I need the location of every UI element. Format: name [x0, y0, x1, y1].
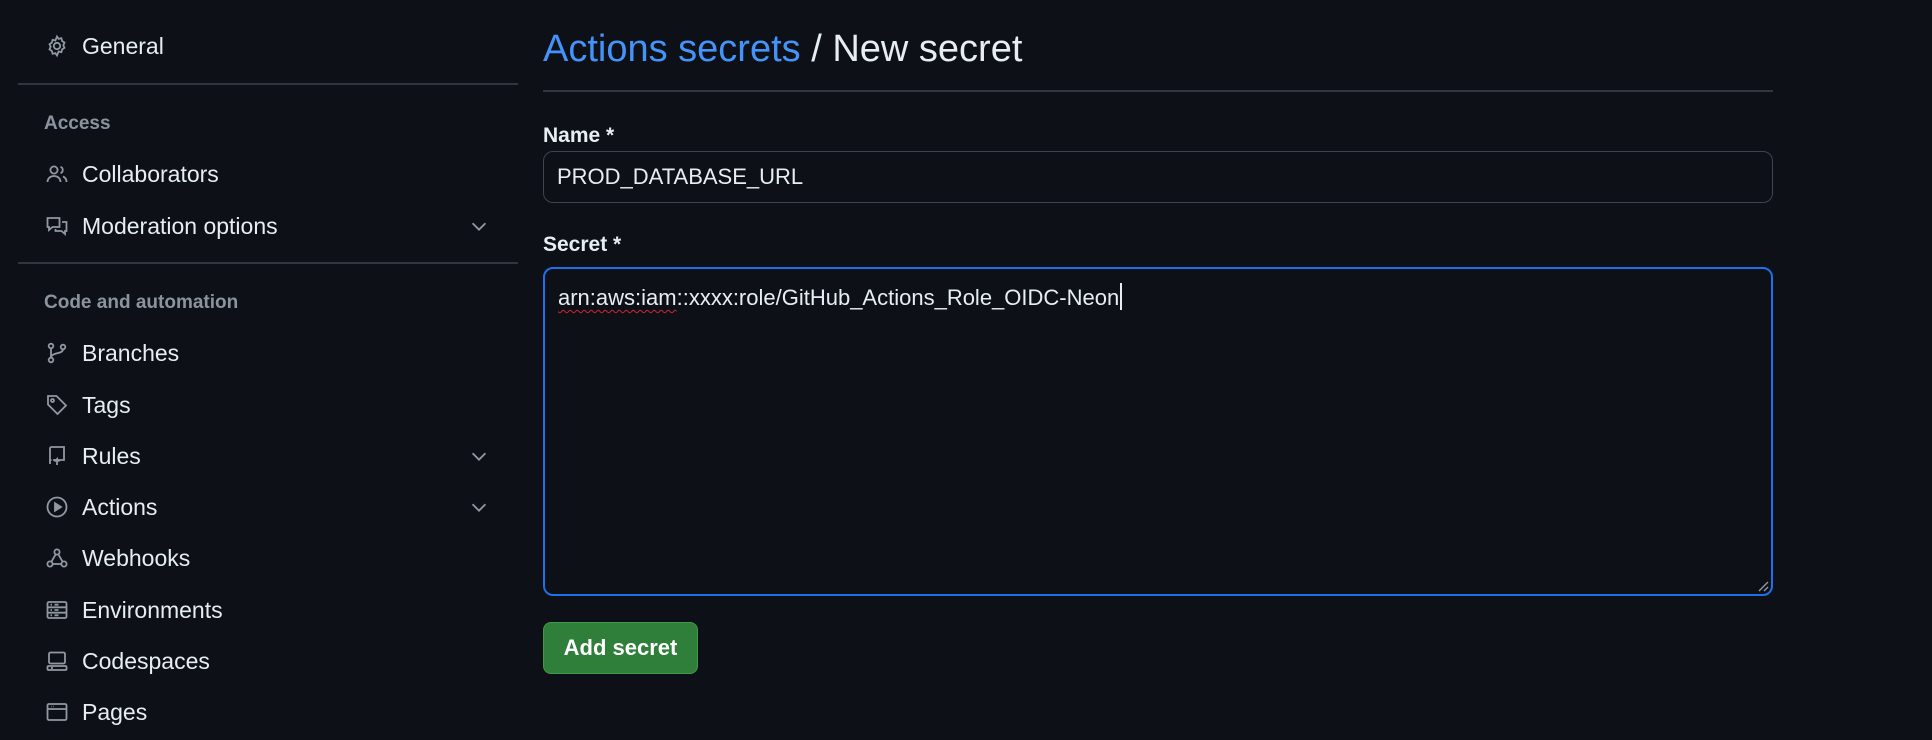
people-icon	[44, 161, 70, 187]
resize-handle-icon[interactable]	[1755, 578, 1769, 592]
sidebar-item-label: Collaborators	[82, 160, 219, 187]
sidebar-item-label: Branches	[82, 339, 180, 366]
sidebar-item-label: Rules	[82, 442, 141, 469]
secret-value-rest: ::xxxx:role/GitHub_Actions_Role_OIDC-Neo…	[676, 285, 1120, 310]
server-icon	[44, 597, 70, 623]
browser-icon	[44, 699, 70, 725]
secret-value-text: arn:aws:iam::xxxx:role/GitHub_Actions_Ro…	[558, 283, 1123, 311]
sidebar-item-label: Pages	[82, 698, 148, 725]
breadcrumb-actions-secrets-link[interactable]: Actions secrets	[543, 28, 801, 70]
sidebar-item-webhooks[interactable]: Webhooks	[18, 535, 518, 581]
sidebar-item-branches[interactable]: Branches	[18, 330, 518, 376]
sidebar-item-moderation-options[interactable]: Moderation options	[18, 203, 518, 249]
repo-push-icon	[44, 443, 70, 469]
secret-value-textarea[interactable]: arn:aws:iam::xxxx:role/GitHub_Actions_Ro…	[543, 267, 1773, 596]
chevron-down-icon[interactable]	[468, 215, 490, 237]
sidebar-divider	[18, 262, 518, 264]
name-field-label: Name *	[543, 124, 615, 147]
sidebar-item-actions[interactable]: Actions	[18, 484, 518, 530]
text-caret	[1120, 283, 1123, 310]
sidebar-item-tags[interactable]: Tags	[18, 382, 518, 428]
chevron-down-icon[interactable]	[468, 496, 490, 518]
sidebar-item-environments[interactable]: Environments	[18, 587, 518, 633]
chevron-down-icon[interactable]	[468, 445, 490, 467]
codespaces-icon	[44, 648, 70, 674]
sidebar-item-label: Tags	[82, 391, 131, 418]
tag-icon	[44, 392, 70, 418]
breadcrumb-current: New secret	[832, 28, 1023, 70]
play-icon	[44, 494, 70, 520]
title-divider	[543, 90, 1773, 92]
sidebar-divider	[18, 83, 518, 85]
gear-icon	[44, 33, 70, 59]
secret-field-label: Secret *	[543, 233, 622, 256]
webhook-icon	[44, 545, 70, 571]
sidebar-item-collaborators[interactable]: Collaborators	[18, 151, 518, 197]
git-branch-icon	[44, 340, 70, 366]
add-secret-button[interactable]: Add secret	[543, 622, 698, 674]
sidebar-item-pages[interactable]: Pages	[18, 689, 518, 735]
sidebar-item-label: General	[82, 32, 164, 59]
page-title: Actions secrets / New secret	[543, 28, 1022, 71]
sidebar-item-codespaces[interactable]: Codespaces	[18, 638, 518, 684]
sidebar-item-label: Webhooks	[82, 544, 191, 571]
sidebar-item-rules[interactable]: Rules	[18, 433, 518, 479]
breadcrumb-separator: /	[811, 28, 822, 70]
spellcheck-flagged-text: arn:aws:iam	[558, 285, 677, 310]
comment-discussion-icon	[44, 213, 70, 239]
sidebar-item-label: Codespaces	[82, 647, 210, 674]
sidebar-item-label: Environments	[82, 596, 223, 623]
sidebar-item-general[interactable]: General	[18, 23, 518, 69]
section-heading-access: Access	[44, 113, 111, 134]
secret-name-input[interactable]	[543, 151, 1773, 203]
sidebar-item-label: Actions	[82, 493, 158, 520]
sidebar-item-label: Moderation options	[82, 212, 278, 239]
section-heading-code-automation: Code and automation	[44, 292, 239, 313]
